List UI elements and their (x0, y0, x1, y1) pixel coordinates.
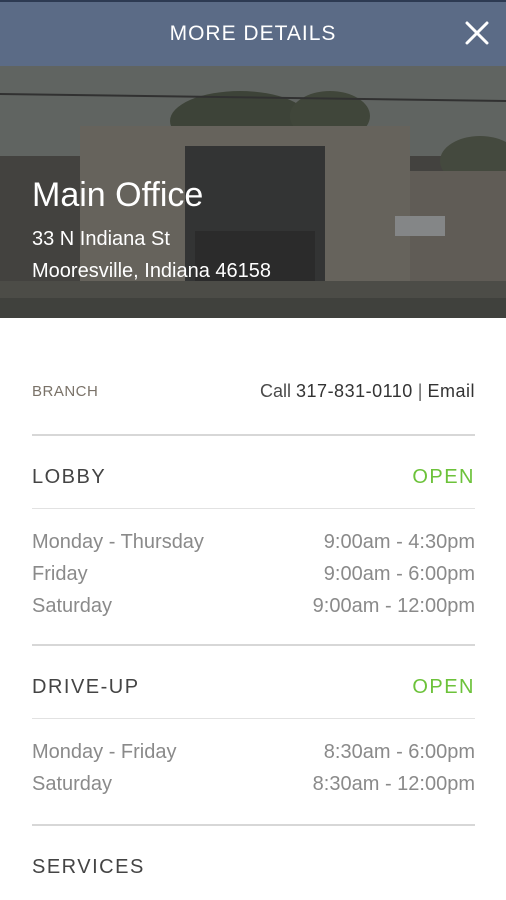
drive-up-header: DRIVE-UP OPEN (32, 672, 475, 702)
phone-link[interactable]: 317-831-0110 (296, 381, 413, 401)
hours-days: Saturday (32, 772, 113, 795)
services-header[interactable]: SERVICES (32, 852, 475, 882)
hours-time: 9:00am - 4:30pm (323, 530, 475, 553)
address-line-2: Mooresville, Indiana 46158 (32, 260, 272, 282)
hours-time: 9:00am - 12:00pm (312, 594, 475, 617)
close-button[interactable] (462, 18, 492, 48)
branch-contact-row: BRANCH Call 317-831-0110 | Email (32, 378, 475, 404)
drive-up-title: DRIVE-UP (32, 675, 140, 698)
hours-time: 8:30am - 12:00pm (312, 772, 475, 795)
hours-days: Monday - Friday (32, 740, 177, 763)
hours-time: 8:30am - 6:00pm (323, 740, 475, 763)
hours-days: Friday (32, 562, 88, 585)
services-title: SERVICES (32, 855, 145, 878)
divider (32, 718, 475, 719)
hours-row: Saturday 9:00am - 12:00pm (32, 592, 475, 620)
hours-row: Monday - Friday 8:30am - 6:00pm (32, 738, 475, 766)
location-name: Main Office (32, 176, 204, 214)
divider (32, 434, 475, 436)
address-line-1: 33 N Indiana St (32, 228, 170, 250)
divider (32, 644, 475, 646)
hours-row: Saturday 8:30am - 12:00pm (32, 770, 475, 798)
divider (32, 824, 475, 826)
lobby-status: OPEN (412, 465, 475, 488)
header-title: MORE DETAILS (169, 22, 337, 45)
lobby-title: LOBBY (32, 465, 107, 488)
hours-days: Saturday (32, 594, 113, 617)
divider (32, 508, 475, 509)
contact-separator: | (412, 380, 428, 401)
lobby-header: LOBBY OPEN (32, 462, 475, 492)
details-header: MORE DETAILS (0, 0, 506, 66)
email-link[interactable]: Email (427, 381, 475, 401)
hours-days: Monday - Thursday (32, 530, 204, 553)
branch-photo: Main Office 33 N Indiana St Mooresville,… (0, 66, 506, 318)
close-icon (465, 21, 489, 45)
contact-info: Call 317-831-0110 | Email (260, 381, 475, 402)
call-prefix: Call (260, 380, 297, 401)
hours-row: Monday - Thursday 9:00am - 4:30pm (32, 528, 475, 556)
drive-up-status: OPEN (412, 675, 475, 698)
hours-row: Friday 9:00am - 6:00pm (32, 560, 475, 588)
branch-label: BRANCH (32, 382, 99, 400)
hours-time: 9:00am - 6:00pm (323, 562, 475, 585)
